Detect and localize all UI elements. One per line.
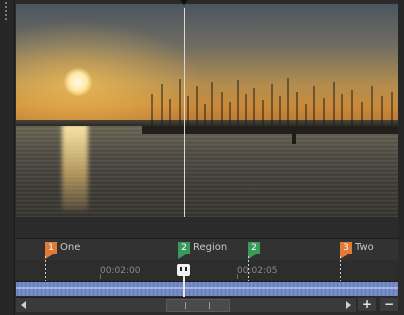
top-pin-icon <box>180 0 188 5</box>
left-gutter <box>0 0 15 315</box>
marker-number: 1 <box>45 242 57 254</box>
marker-label: Region <box>193 242 228 253</box>
zoom-out-button[interactable]: − <box>380 298 398 311</box>
marina-masts <box>142 78 398 144</box>
tick-label: 00:02:05 <box>237 266 278 276</box>
sun-reflection <box>62 124 88 210</box>
video-preview[interactable] <box>16 4 398 217</box>
scroll-thumb[interactable] <box>166 299 230 312</box>
right-strip <box>398 0 404 240</box>
arrow-right-icon[interactable] <box>346 301 351 309</box>
marker-number: 2 <box>178 242 190 254</box>
marker-tail <box>340 254 348 259</box>
zoom-in-button[interactable]: + <box>358 298 376 311</box>
marker-number: 3 <box>340 242 352 254</box>
marker-label: One <box>60 242 81 253</box>
sun <box>64 68 92 96</box>
tick <box>237 274 238 279</box>
marker-tail <box>248 254 256 259</box>
grip-icon[interactable] <box>5 0 8 22</box>
timeline-scrollbar[interactable] <box>16 297 356 312</box>
tick <box>100 274 101 279</box>
marker-tail <box>45 254 53 259</box>
arrow-left-icon[interactable] <box>21 301 26 309</box>
waveform-center <box>16 287 398 289</box>
tick-label: 00:02:00 <box>100 266 141 276</box>
split-view-line[interactable] <box>184 8 185 217</box>
marker-number: 2 <box>248 242 260 254</box>
marker-label: Two <box>355 242 374 253</box>
marker-tail <box>178 254 186 259</box>
playhead-icon[interactable] <box>177 264 190 276</box>
video-editor: 1 One 2 Region 2 3 Two 00:02:00 00:02:05… <box>0 0 404 315</box>
